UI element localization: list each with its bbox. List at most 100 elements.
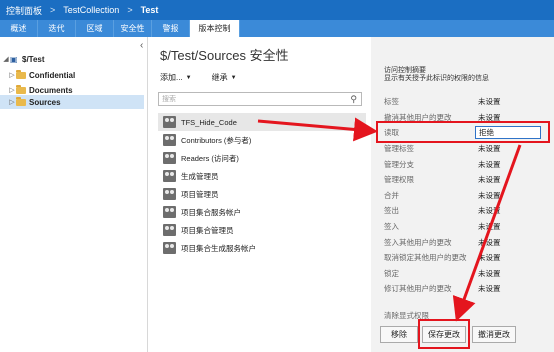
annotation-highlight-save-button (418, 319, 470, 349)
access-summary-title: 访问控制摘要 (384, 67, 426, 74)
permission-name: 管理权限 (384, 175, 414, 185)
tab-version-control[interactable]: 版本控制 (190, 20, 240, 37)
identity-label: 项目集合管理员 (181, 225, 234, 235)
permission-name: 取消锁定其他用户的更改 (384, 253, 467, 263)
search-icon[interactable]: ⚲ (350, 94, 357, 105)
identity-toolbar: 添加... ▼ 继承 ▼ (160, 72, 257, 83)
access-summary-header: 访问控制摘要 显示有关授予此标识的权限的信息 (384, 67, 489, 83)
dropdown-arrow-icon: ▼ (185, 74, 192, 81)
group-icon (163, 134, 176, 146)
permission-name: 管理分支 (384, 159, 414, 169)
page-title: $/Test/Sources 安全性 (160, 48, 289, 63)
permission-name: 锁定 (384, 268, 399, 278)
permission-value[interactable]: 未设置 (478, 205, 501, 216)
group-icon (163, 152, 176, 164)
group-icon (163, 170, 176, 182)
tree-item-confidential[interactable]: ▷ Confidential (8, 69, 75, 81)
permission-row: 签出 未设置 (384, 203, 544, 219)
permission-name: 合并 (384, 190, 399, 200)
permission-row: 修订其他用户的更改 未设置 (384, 281, 544, 297)
tab-iterations[interactable]: 迭代 (38, 20, 76, 37)
permission-value[interactable]: 未设置 (478, 96, 501, 107)
group-icon (163, 116, 176, 128)
identity-row[interactable]: Contributors (参与者) (158, 131, 366, 149)
tab-areas[interactable]: 区域 (76, 20, 114, 37)
identity-list: TFS_Hide_Code Contributors (参与者) Readers… (158, 113, 366, 257)
breadcrumb-collection[interactable]: TestCollection (63, 5, 119, 15)
tree-root[interactable]: ◢ ▣ $/Test (2, 53, 45, 65)
tab-overview[interactable]: 概述 (0, 20, 38, 37)
permission-row: 取消锁定其他用户的更改 未设置 (384, 250, 544, 266)
identity-row[interactable]: Readers (访问者) (158, 149, 366, 167)
group-icon (163, 206, 176, 218)
identity-label: 项目管理员 (181, 189, 219, 199)
add-button[interactable]: 添加... ▼ (160, 72, 192, 83)
add-label: 添加... (160, 73, 183, 82)
identity-label: Contributors (参与者) (181, 135, 252, 145)
expand-right-icon[interactable]: ▷ (8, 98, 16, 106)
undo-changes-button[interactable]: 撤消更改 (472, 326, 516, 343)
identity-row[interactable]: 项目集合生成服务帐户 (158, 239, 366, 257)
folder-icon (16, 96, 26, 106)
remove-button[interactable]: 移除 (380, 326, 418, 343)
permission-row: 合并 未设置 (384, 188, 544, 204)
permission-value[interactable]: 未设置 (478, 221, 501, 232)
search-placeholder: 搜索 (162, 96, 176, 103)
permission-name: 管理标签 (384, 144, 414, 154)
breadcrumb-project[interactable]: Test (141, 5, 159, 15)
breadcrumb-control-panel[interactable]: 控制面板 (6, 4, 42, 17)
permission-name: 签入其他用户的更改 (384, 237, 452, 247)
breadcrumb-separator-icon: > (127, 5, 133, 15)
inherit-label: 继承 (211, 73, 228, 82)
breadcrumb-separator-icon: > (50, 5, 56, 15)
permission-value[interactable]: 未设置 (478, 143, 501, 154)
server-icon: ▣ (10, 54, 18, 64)
tree-root-label: $/Test (22, 54, 45, 64)
tab-security[interactable]: 安全性 (114, 20, 152, 37)
permission-name: 签入 (384, 222, 399, 232)
tab-bar: 概述 迭代 区域 安全性 警报 版本控制 (0, 20, 554, 37)
identity-label: Readers (访问者) (181, 153, 239, 163)
permission-name: 修订其他用户的更改 (384, 284, 452, 294)
access-summary-subtitle: 显示有关授予此标识的权限的信息 (384, 75, 489, 82)
identity-label: TFS_Hide_Code (181, 117, 237, 127)
permission-value[interactable]: 未设置 (478, 268, 501, 279)
identity-row[interactable]: TFS_Hide_Code (158, 113, 366, 131)
identity-row[interactable]: 项目管理员 (158, 185, 366, 203)
permission-value[interactable]: 未设置 (478, 159, 501, 170)
permission-value[interactable]: 未设置 (478, 237, 501, 248)
permission-row: 管理分支 未设置 (384, 156, 544, 172)
permission-row: 管理权限 未设置 (384, 172, 544, 188)
expand-down-icon[interactable]: ◢ (2, 55, 10, 63)
identity-label: 生成管理员 (181, 171, 219, 181)
expand-right-icon[interactable]: ▷ (8, 71, 16, 79)
tree-item-sources[interactable]: ▷ Sources (0, 95, 144, 109)
search-input[interactable]: 搜索 ⚲ (158, 92, 362, 106)
identity-row[interactable]: 生成管理员 (158, 167, 366, 185)
identity-label: 项目集合生成服务帐户 (181, 243, 256, 253)
expand-right-icon[interactable]: ▷ (8, 86, 16, 94)
permission-value[interactable]: 未设置 (478, 174, 501, 185)
collapse-panel-icon[interactable]: ‹ (140, 40, 143, 51)
tree-item-label: Documents (29, 85, 73, 95)
permission-value[interactable]: 未设置 (478, 190, 501, 201)
group-icon (163, 242, 176, 254)
tree-item-label: Sources (29, 97, 61, 107)
permission-row: 管理标签 未设置 (384, 141, 544, 157)
title-bar: 控制面板 > TestCollection > Test (0, 0, 554, 20)
folder-icon (16, 84, 26, 94)
folder-icon (16, 69, 26, 79)
permission-row: 锁定 未设置 (384, 266, 544, 282)
permission-name: 标签 (384, 97, 399, 107)
annotation-highlight-read-row (376, 121, 550, 143)
dropdown-arrow-icon: ▼ (230, 74, 237, 81)
identity-row[interactable]: 项目集合管理员 (158, 221, 366, 239)
tab-alerts[interactable]: 警报 (152, 20, 190, 37)
permission-value[interactable]: 未设置 (478, 252, 501, 263)
permission-row: 标签 未设置 (384, 94, 544, 110)
group-icon (163, 224, 176, 236)
identity-label: 项目集合服务帐户 (181, 207, 241, 217)
identity-row[interactable]: 项目集合服务帐户 (158, 203, 366, 221)
permission-value[interactable]: 未设置 (478, 283, 501, 294)
inherit-button[interactable]: 继承 ▼ (212, 72, 237, 83)
